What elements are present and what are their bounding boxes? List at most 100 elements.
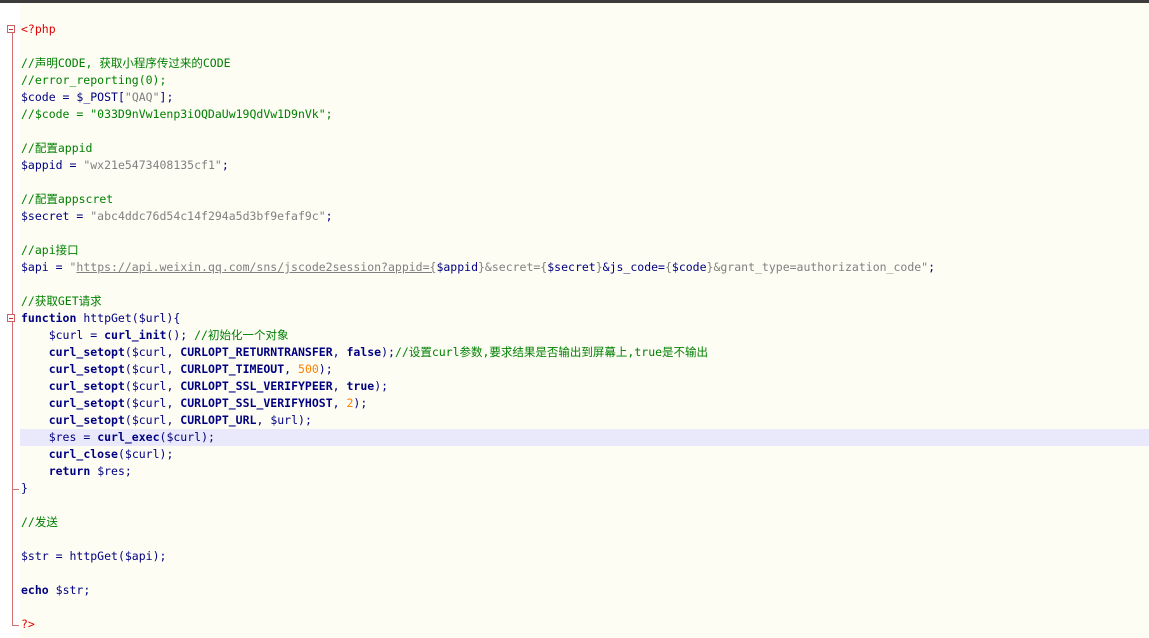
code-line[interactable] <box>0 38 1149 55</box>
code-editor[interactable]: <?php //声明CODE, 获取小程序传过来的CODE //error_repo… <box>0 0 1149 638</box>
fold-line <box>0 293 20 310</box>
code-line[interactable]: $curl = curl_init(); //初始化一个对象 <box>0 327 1149 344</box>
code-line[interactable] <box>0 565 1149 582</box>
code-lines[interactable]: <?php //声明CODE, 获取小程序传过来的CODE //error_repo… <box>0 21 1149 633</box>
code-text[interactable]: curl_close($curl); <box>21 446 174 463</box>
code-line[interactable]: $code = $_POST["QAQ"]; <box>0 89 1149 106</box>
code-line[interactable]: return $res; <box>0 463 1149 480</box>
fold-collapse-icon[interactable] <box>0 310 20 327</box>
code-line[interactable]: $appid = "wx21e5473408135cf1"; <box>0 157 1149 174</box>
token-plain: = <box>76 430 98 444</box>
code-text[interactable]: <?php <box>21 21 56 38</box>
code-text[interactable]: } <box>21 480 28 497</box>
token-plain: ); <box>374 379 389 393</box>
fold-line <box>0 446 20 463</box>
code-text[interactable]: curl_setopt($curl, CURLOPT_URL, $url); <box>21 412 312 429</box>
code-text[interactable]: curl_setopt($curl, CURLOPT_SSL_VERIFYPEE… <box>21 378 388 395</box>
code-line[interactable]: $secret = "abc4ddc76d54c14f294a5d3bf9efa… <box>0 208 1149 225</box>
token-var: $url <box>138 311 167 325</box>
code-text[interactable]: $code = $_POST["QAQ"]; <box>21 89 173 106</box>
fold-collapse-icon[interactable] <box>0 21 20 38</box>
code-text[interactable]: curl_setopt($curl, CURLOPT_TIMEOUT, 500)… <box>21 361 333 378</box>
code-text[interactable]: //发送 <box>21 514 58 531</box>
token-comment: //获取GET请求 <box>21 294 102 308</box>
token-plain: ( <box>124 396 132 410</box>
token-var: $curl <box>131 379 167 393</box>
code-line[interactable]: //$code = "033D9nVw1enp3iOQDaUw19QdVw1D9… <box>0 106 1149 123</box>
code-text[interactable]: //获取GET请求 <box>21 293 102 310</box>
token-plain: ; <box>928 260 936 274</box>
code-line[interactable]: curl_close($curl); <box>0 446 1149 463</box>
code-line[interactable]: $res = curl_exec($curl); <box>0 429 1149 446</box>
code-line[interactable]: //api接口 <box>0 242 1149 259</box>
code-line[interactable]: curl_setopt($curl, CURLOPT_RETURNTRANSFE… <box>0 344 1149 361</box>
code-line[interactable]: curl_setopt($curl, CURLOPT_SSL_VERIFYPEE… <box>0 378 1149 395</box>
token-var: $appid <box>436 260 478 274</box>
code-text[interactable]: return $res; <box>21 463 132 480</box>
code-line[interactable] <box>0 174 1149 191</box>
code-line[interactable]: <?php <box>0 21 1149 38</box>
code-text[interactable]: //$code = "033D9nVw1enp3iOQDaUw19QdVw1D9… <box>21 106 333 123</box>
code-line[interactable]: //发送 <box>0 514 1149 531</box>
code-text[interactable]: $curl = curl_init(); //初始化一个对象 <box>21 327 289 344</box>
code-text[interactable]: function httpGet($url){ <box>21 310 180 327</box>
code-line[interactable] <box>0 599 1149 616</box>
code-text[interactable]: //声明CODE, 获取小程序传过来的CODE <box>21 55 231 72</box>
code-line[interactable]: $str = httpGet($api); <box>0 548 1149 565</box>
token-kw: function <box>21 311 77 325</box>
token-plain: ; <box>325 209 333 223</box>
code-line[interactable]: $api = "https://api.weixin.qq.com/sns/js… <box>0 259 1149 276</box>
code-text[interactable]: ?> <box>21 616 35 633</box>
code-line[interactable] <box>0 531 1149 548</box>
code-line[interactable] <box>0 497 1149 514</box>
token-kw: return <box>48 464 91 478</box>
code-text[interactable]: $str = httpGet($api); <box>21 548 166 565</box>
code-line[interactable]: echo $str; <box>0 582 1149 599</box>
code-text[interactable]: curl_setopt($curl, CURLOPT_RETURNTRANSFE… <box>21 344 708 361</box>
token-kw: curl_setopt <box>48 396 125 410</box>
token-plain: = <box>69 209 91 223</box>
code-line[interactable]: curl_setopt($curl, CURLOPT_TIMEOUT, 500)… <box>0 361 1149 378</box>
token-var: $url <box>270 413 299 427</box>
code-text[interactable]: $appid = "wx21e5473408135cf1"; <box>21 157 229 174</box>
code-line[interactable]: //获取GET请求 <box>0 293 1149 310</box>
code-line[interactable] <box>0 225 1149 242</box>
code-line[interactable] <box>0 123 1149 140</box>
code-text[interactable]: $api = "https://api.weixin.qq.com/sns/js… <box>21 259 935 276</box>
token-var: $str <box>21 549 49 563</box>
code-line[interactable]: //配置appid <box>0 140 1149 157</box>
token-var: $curl <box>124 447 160 461</box>
code-line[interactable]: //error_reporting(0); <box>0 72 1149 89</box>
code-line[interactable]: } <box>0 480 1149 497</box>
code-line[interactable]: //声明CODE, 获取小程序传过来的CODE <box>0 55 1149 72</box>
code-line[interactable]: //配置appscret <box>0 191 1149 208</box>
code-text[interactable]: curl_setopt($curl, CURLOPT_SSL_VERIFYHOS… <box>21 395 368 412</box>
token-kw: CURLOPT_RETURNTRANSFER <box>180 345 333 359</box>
fold-line <box>0 531 20 548</box>
code-line[interactable]: curl_setopt($curl, CURLOPT_SSL_VERIFYHOS… <box>0 395 1149 412</box>
token-php: ?> <box>21 617 35 631</box>
token-plain: ( <box>124 379 132 393</box>
code-line[interactable]: function httpGet($url){ <box>0 310 1149 327</box>
code-line[interactable]: curl_setopt($curl, CURLOPT_URL, $url); <box>0 412 1149 429</box>
code-line[interactable]: ?> <box>0 616 1149 633</box>
code-text[interactable]: //error_reporting(0); <box>21 72 166 89</box>
code-text[interactable]: echo $str; <box>21 582 90 599</box>
token-comment: //配置appid <box>21 141 93 155</box>
token-var: $curl <box>131 345 167 359</box>
code-text[interactable]: //配置appscret <box>21 191 113 208</box>
fold-line <box>0 548 20 565</box>
code-line[interactable] <box>0 276 1149 293</box>
fold-line <box>0 276 20 293</box>
fold-line <box>0 514 20 531</box>
code-text[interactable]: //api接口 <box>21 242 79 259</box>
token-link[interactable]: https://api.weixin.qq.com/sns/jscode2ses… <box>76 260 436 274</box>
code-text[interactable]: //配置appid <box>21 140 92 157</box>
code-text[interactable]: $secret = "abc4ddc76d54c14f294a5d3bf9efa… <box>21 208 333 225</box>
code-text[interactable]: $res = curl_exec($curl); <box>21 429 215 446</box>
